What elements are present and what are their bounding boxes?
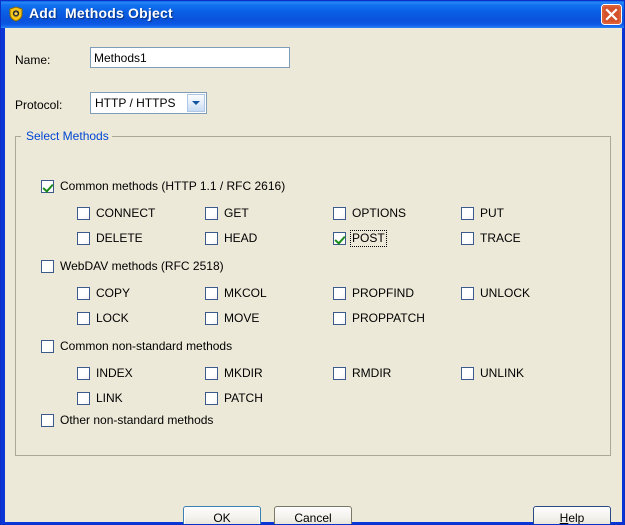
checkbox-index[interactable]: INDEX [77,367,133,380]
checkbox-box[interactable] [41,260,54,273]
checkbox-box[interactable] [77,287,90,300]
checkbox-box[interactable] [333,312,346,325]
checkbox-unlock[interactable]: UNLOCK [461,287,530,300]
cancel-button[interactable]: Cancel [274,506,352,525]
checkbox-box[interactable] [41,414,54,427]
checkbox-trace[interactable]: TRACE [461,232,521,245]
checkbox-label: WebDAV methods (RFC 2518) [60,259,224,273]
checkbox-label: PATCH [224,391,263,405]
checkbox-connect[interactable]: CONNECT [77,207,155,220]
checkbox-put[interactable]: PUT [461,207,504,220]
close-icon[interactable] [601,4,622,25]
checkbox-box[interactable] [205,287,218,300]
checkbox-label: PROPPATCH [352,311,425,325]
checkbox-label: Common non-standard methods [60,339,233,353]
checkbox-unlink[interactable]: UNLINK [461,367,524,380]
checkbox-box[interactable] [461,207,474,220]
checkbox-label: RMDIR [352,366,392,380]
checkbox-label: HEAD [224,231,258,245]
checkbox-box[interactable] [461,287,474,300]
checkbox-label: PUT [480,206,504,220]
checkbox-box[interactable] [333,287,346,300]
checkbox-get[interactable]: GET [205,207,249,220]
checkbox-box[interactable] [41,340,54,353]
protocol-select[interactable]: HTTP / HTTPS [90,92,207,114]
checkbox-label: POST [350,230,387,247]
checkbox-box[interactable] [41,180,54,193]
checkbox-box[interactable] [333,367,346,380]
checkbox-box[interactable] [205,312,218,325]
checkbox-label: LINK [96,391,123,405]
checkbox-box[interactable] [205,232,218,245]
checkbox-label: DELETE [96,231,143,245]
checkbox-label: GET [224,206,249,220]
shield-badge-icon [8,6,24,22]
checkbox-box[interactable] [77,207,90,220]
groupbox-border-right [103,136,611,137]
checkbox-common-non-standard-methods[interactable]: Common non-standard methods [41,340,232,353]
ok-button[interactable]: OK [183,506,261,525]
checkbox-move[interactable]: MOVE [205,312,259,325]
checkbox-mkdir[interactable]: MKDIR [205,367,263,380]
dialog-window: Add Methods Object Name: Protocol: HTTP … [0,0,625,525]
window-title: Add Methods Object [29,5,173,21]
checkbox-box[interactable] [77,312,90,325]
checkbox-label: INDEX [96,366,133,380]
checkbox-box[interactable] [333,232,346,245]
protocol-label: Protocol: [15,98,63,112]
checkbox-label: MKDIR [224,366,263,380]
checkbox-box[interactable] [77,392,90,405]
checkbox-label: TRACE [480,231,521,245]
title-bar[interactable]: Add Methods Object [1,1,624,28]
checkbox-options[interactable]: OPTIONS [333,207,406,220]
checkbox-head[interactable]: HEAD [205,232,257,245]
checkbox-webdav-methods[interactable]: WebDAV methods (RFC 2518) [41,260,224,273]
checkbox-box[interactable] [77,367,90,380]
dialog-client-area: Name: Protocol: HTTP / HTTPS Select Meth… [5,28,622,525]
checkbox-propfind[interactable]: PROPFIND [333,287,414,300]
name-input[interactable] [90,47,290,68]
checkbox-link[interactable]: LINK [77,392,123,405]
checkbox-label: CONNECT [96,206,156,220]
checkbox-common-methods[interactable]: Common methods (HTTP 1.1 / RFC 2616) [41,180,285,193]
checkbox-rmdir[interactable]: RMDIR [333,367,391,380]
checkbox-lock[interactable]: LOCK [77,312,129,325]
checkbox-label: MKCOL [224,286,267,300]
checkbox-box[interactable] [333,207,346,220]
checkbox-other-non-standard-methods[interactable]: Other non-standard methods [41,414,213,427]
help-button-label: Help [560,511,585,525]
checkbox-box[interactable] [461,367,474,380]
protocol-selected-value: HTTP / HTTPS [95,96,176,110]
checkbox-proppatch[interactable]: PROPPATCH [333,312,425,325]
help-button[interactable]: Help [533,506,611,525]
checkbox-label: Other non-standard methods [60,413,214,427]
checkbox-post[interactable]: POST [333,230,387,247]
checkbox-label: PROPFIND [352,286,415,300]
help-label-rest: elp [568,510,585,525]
checkbox-box[interactable] [205,207,218,220]
checkbox-patch[interactable]: PATCH [205,392,263,405]
checkbox-copy[interactable]: COPY [77,287,130,300]
ok-button-label: OK [213,510,231,525]
checkbox-label: MOVE [224,311,260,325]
checkbox-label: UNLOCK [480,286,531,300]
checkbox-box[interactable] [461,232,474,245]
checkbox-delete[interactable]: DELETE [77,232,143,245]
checkbox-box[interactable] [205,392,218,405]
checkbox-mkcol[interactable]: MKCOL [205,287,267,300]
checkbox-box[interactable] [205,367,218,380]
checkbox-label: UNLINK [480,366,525,380]
checkbox-label: OPTIONS [352,206,407,220]
checkbox-label: LOCK [96,311,129,325]
name-label: Name: [15,53,51,67]
checkbox-label: COPY [96,286,131,300]
cancel-button-label: Cancel [294,510,332,525]
chevron-down-icon[interactable] [187,94,205,112]
groupbox-border-left [15,136,21,137]
checkbox-label: Common methods (HTTP 1.1 / RFC 2616) [60,179,286,193]
checkbox-box[interactable] [77,232,90,245]
select-methods-label: Select Methods [23,129,112,143]
